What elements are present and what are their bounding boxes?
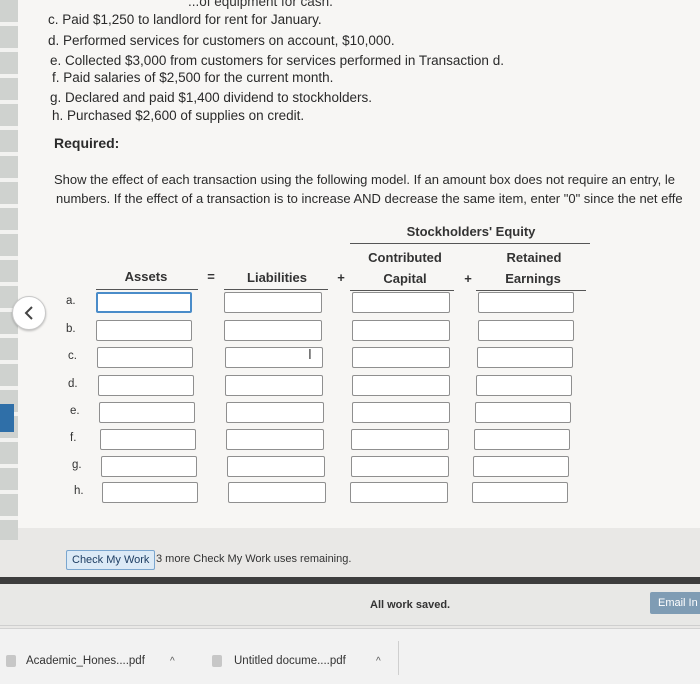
row-label: c. [68,350,77,362]
liabilities-input[interactable] [226,429,324,450]
retained-earnings-input[interactable] [478,292,574,313]
plus-symbol-2: + [464,271,472,286]
retained-earnings-input[interactable] [478,320,574,341]
contributed-capital-input[interactable] [350,482,448,503]
contributed-capital-input[interactable] [352,402,450,423]
assets-input[interactable] [102,482,198,503]
left-strip-active-tab[interactable] [0,404,14,432]
equity-header-rule [350,243,590,244]
assets-input[interactable] [99,402,195,423]
row-label: d. [68,378,78,390]
liabilities-input[interactable] [228,482,326,503]
check-remaining-note: 3 more Check My Work uses remaining. [156,553,352,565]
contributed-rule [350,290,454,291]
downloads-bar: Academic_Hones....pdf ^ Untitled docume.… [0,628,700,684]
assets-input[interactable] [96,292,192,313]
required-heading: Required: [54,135,120,151]
liabilities-input[interactable] [225,375,323,396]
text-cursor-icon: I [308,348,312,363]
assignment-footer [0,584,700,626]
email-instructor-button[interactable]: Email In [650,592,700,614]
stockholders-equity-header: Stockholders' Equity [406,224,536,239]
check-my-work-button[interactable]: Check My Work [66,550,156,570]
retained-earnings-input[interactable] [473,456,569,477]
pdf-file-icon [6,655,16,667]
liabilities-input[interactable] [224,292,322,313]
transaction-e: e. Collected $3,000 from customers for s… [50,53,504,68]
row-label: b. [66,323,76,335]
liabilities-input[interactable] [224,320,322,341]
row-label: h. [74,485,84,497]
transaction-d: d. Performed services for customers on a… [48,33,395,48]
retained-rule [476,290,586,291]
assets-input[interactable] [97,347,193,368]
download-item-2[interactable]: Untitled docume....pdf [234,655,346,667]
retained-earnings-input[interactable] [474,429,570,450]
row-label: a. [66,295,76,307]
liabilities-input[interactable] [227,456,325,477]
transaction-h: h. Purchased $2,600 of supplies on credi… [52,108,305,123]
save-status: All work saved. [370,599,451,611]
row-label: g. [72,459,82,471]
retained-header-line1: Retained [506,250,562,265]
assets-rule [96,289,198,290]
contributed-capital-input[interactable] [352,320,450,341]
assets-input[interactable] [96,320,192,341]
chevron-up-icon[interactable]: ^ [376,656,381,667]
instruction-line-1: Show the effect of each transaction usin… [54,172,676,187]
assets-header: Assets [124,269,168,284]
contributed-header-line2: Capital [383,271,427,286]
assets-input[interactable] [98,375,194,396]
contributed-capital-input[interactable] [351,456,449,477]
transaction-g: g. Declared and paid $1,400 dividend to … [50,90,372,105]
download-item-1[interactable]: Academic_Hones....pdf [26,655,145,667]
retained-earnings-input[interactable] [472,482,568,503]
contributed-capital-input[interactable] [351,429,449,450]
liabilities-rule [224,289,328,290]
row-label: e. [70,405,80,417]
equals-symbol: = [207,269,215,284]
plus-symbol-1: + [337,270,345,285]
contributed-header-line1: Contributed [368,250,442,265]
downloads-separator [398,641,399,675]
contributed-capital-input[interactable] [352,347,450,368]
retained-header-line2: Earnings [505,271,561,286]
instruction-line-2: numbers. If the effect of a transaction … [56,191,683,206]
back-button[interactable] [12,296,46,330]
contributed-capital-input[interactable] [352,375,450,396]
liabilities-header: Liabilities [247,270,307,285]
clipped-transaction: ...of equipment for cash. [188,0,333,9]
retained-earnings-input[interactable] [476,375,572,396]
row-label: f. [70,432,77,444]
retained-earnings-input[interactable] [475,402,571,423]
assets-input[interactable] [101,456,197,477]
left-sidebar-strip [0,0,18,540]
retained-earnings-input[interactable] [477,347,573,368]
chevron-left-icon [24,306,33,320]
liabilities-input[interactable] [226,402,324,423]
pdf-file-icon [212,655,222,667]
transaction-f: f. Paid salaries of $2,500 for the curre… [52,70,334,85]
assets-input[interactable] [100,429,196,450]
footer-divider [0,577,700,584]
contributed-capital-input[interactable] [352,292,450,313]
transaction-c: c. Paid $1,250 to landlord for rent for … [48,12,322,27]
chevron-up-icon[interactable]: ^ [170,656,175,667]
